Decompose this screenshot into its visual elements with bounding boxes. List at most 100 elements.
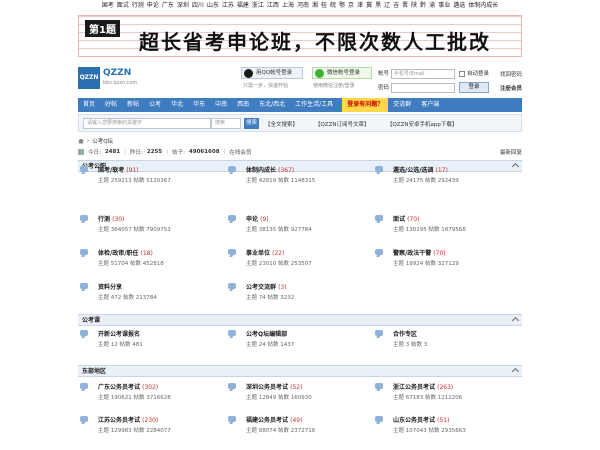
forum-item[interactable]: 公考Q坛编辑部 主题 24 帖数 1437 <box>228 328 368 358</box>
register-link[interactable]: 注册会员 <box>500 84 522 92</box>
forum-item[interactable]: 体制内成长 (367) 主题 42819 帖数 1148315 <box>228 164 368 194</box>
region-link[interactable]: 渝 <box>429 0 435 12</box>
site-logo[interactable]: QZZN <box>78 67 100 89</box>
auto-login-checkbox[interactable] <box>459 71 465 77</box>
region-link[interactable]: 陕 <box>411 0 417 12</box>
main-nav-item[interactable]: 工作生活/工具 <box>290 98 338 112</box>
forum-name[interactable]: 面试 <box>393 216 405 223</box>
main-nav-item[interactable]: 交流群 <box>388 98 416 112</box>
forum-name[interactable]: 资料分享 <box>98 284 122 291</box>
android-app-link[interactable]: 【QZZN安卓手机app下载】 <box>387 120 457 128</box>
main-nav-item[interactable]: 首页 <box>78 98 100 112</box>
forum-name[interactable]: 申论 <box>246 216 258 223</box>
region-link[interactable]: 山东 <box>207 0 219 12</box>
main-nav-item[interactable]: 西南 <box>232 98 254 112</box>
main-nav-item[interactable]: 公考 <box>144 98 166 112</box>
region-link[interactable]: 行测 <box>132 0 144 12</box>
forum-name[interactable]: 行测 <box>98 216 110 223</box>
subscription-articles-link[interactable]: 【QZZN订阅号文章】 <box>315 120 369 128</box>
forum-name[interactable]: 体检/政审/职任 <box>98 250 138 257</box>
forum-name[interactable]: 事业单位 <box>246 250 270 257</box>
main-nav-item[interactable]: 中南 <box>210 98 232 112</box>
forum-name[interactable]: 山东公务员考试 <box>393 417 435 424</box>
region-link[interactable]: 黑 <box>375 0 381 12</box>
main-nav-item[interactable]: 新帖 <box>122 98 144 112</box>
region-link[interactable]: 津 <box>357 0 363 12</box>
region-link[interactable]: 辽 <box>384 0 390 12</box>
main-nav-item[interactable]: 客户端 <box>416 98 444 112</box>
region-link[interactable]: 面试 <box>117 0 129 12</box>
forum-name[interactable]: 公考Q坛编辑部 <box>246 331 287 338</box>
forum-name[interactable]: 广东公务员考试 <box>98 384 140 391</box>
main-nav-item[interactable]: 东北/西北 <box>254 98 290 112</box>
home-icon[interactable] <box>78 138 84 144</box>
region-link[interactable]: 冀 <box>366 0 372 12</box>
region-link[interactable]: 四川 <box>192 0 204 12</box>
wechat-login-button[interactable]: 微信帐号登录 <box>312 67 372 79</box>
forum-name[interactable]: 国考/联考 <box>98 167 124 174</box>
main-nav-item[interactable]: 华东 <box>188 98 210 112</box>
forum-name[interactable]: 警察/政法干警 <box>393 250 431 257</box>
forum-name[interactable]: 开新公考课报名 <box>98 331 140 338</box>
forum-item[interactable]: 事业单位 (22) 主题 23010 帖数 253507 <box>228 247 368 277</box>
region-link[interactable]: 桂 <box>321 0 327 12</box>
forgot-password-link[interactable]: 找回密码 <box>500 70 522 78</box>
forum-item[interactable]: 警察/政法干警 (70) 主题 19924 帖数 327129 <box>375 247 515 277</box>
forum-item[interactable]: 山东公务员考试 (51) 主题 107043 帖数 2935663 <box>375 414 515 444</box>
forum-item[interactable]: 开新公考课报名 主题 12 帖数 481 <box>80 328 220 358</box>
region-link[interactable]: 体制内成长 <box>468 0 498 12</box>
forum-item[interactable]: 遴选/公选/选调 (17) 主题 24175 帖数 292439 <box>375 164 515 194</box>
region-link[interactable]: 事业 <box>438 0 450 12</box>
forum-name[interactable]: 浙江公务员考试 <box>393 384 435 391</box>
forum-name[interactable]: 深圳公务员考试 <box>246 384 288 391</box>
region-link[interactable]: 申论 <box>147 0 159 12</box>
forum-name[interactable]: 公考交流群 <box>246 284 276 291</box>
forum-item[interactable]: 广东公务员考试 (302) 主题 190621 帖数 3716628 <box>80 381 220 411</box>
region-link[interactable]: 遴选 <box>453 0 465 12</box>
search-button[interactable]: 搜索 <box>244 118 259 129</box>
qq-login-button[interactable]: 用QQ帐号登录 <box>241 67 303 79</box>
forum-name[interactable]: 福建公务员考试 <box>246 417 288 424</box>
main-nav-item[interactable]: 华北 <box>166 98 188 112</box>
forum-item[interactable]: 浙江公务员考试 (263) 主题 67183 帖数 1212206 <box>375 381 515 411</box>
fulltext-search-link[interactable]: 【全文搜索】 <box>265 120 298 128</box>
newest-reply-link[interactable]: 最新回复 <box>500 148 522 156</box>
forum-item[interactable]: 合作专区 主题 3 帖数 3 <box>375 328 515 358</box>
region-link[interactable]: 深圳 <box>177 0 189 12</box>
forum-name[interactable]: 遴选/公选/选调 <box>393 167 433 174</box>
region-link[interactable]: 河南 <box>297 0 309 12</box>
region-link[interactable]: 浙江 <box>252 0 264 12</box>
forum-name[interactable]: 体制内成长 <box>246 167 276 174</box>
main-nav-item[interactable]: 登录有问题？ <box>342 98 389 112</box>
forum-item[interactable]: 深圳公务员考试 (52) 主题 12849 帖数 160930 <box>228 381 368 411</box>
region-link[interactable]: 福建 <box>237 0 249 12</box>
main-nav-item[interactable]: 好帖 <box>100 98 122 112</box>
forum-item[interactable]: 资料分享 主题 472 帖数 213784 <box>80 281 220 311</box>
account-input[interactable]: 手机号/Email <box>391 69 455 79</box>
forum-item[interactable]: 福建公务员考试 (49) 主题 88074 帖数 2372716 <box>228 414 368 444</box>
region-link[interactable]: 吉 <box>393 0 399 12</box>
search-input[interactable]: 请输入您要搜索的关键字 <box>83 118 211 129</box>
forum-item[interactable]: 行测 (30) 主题 364057 帖数 7909753 <box>80 213 220 243</box>
password-input[interactable] <box>391 83 455 93</box>
search-scope-select[interactable]: 搜索 <box>211 118 241 129</box>
forum-name[interactable]: 合作专区 <box>393 331 417 338</box>
login-button[interactable]: 登录 <box>459 82 489 93</box>
region-link[interactable]: 国考 <box>102 0 114 12</box>
region-link[interactable]: 京 <box>348 0 354 12</box>
forum-item[interactable]: 体检/政审/职任 (18) 主题 51704 帖数 452818 <box>80 247 220 277</box>
collapse-icon[interactable] <box>511 316 520 325</box>
forum-item[interactable]: 公考交流群 (3) 主题 74 帖数 3232 <box>228 281 368 311</box>
collapse-icon[interactable] <box>511 367 520 376</box>
breadcrumb-current[interactable]: 公考Q坛 <box>92 137 113 145</box>
region-link[interactable]: 晋 <box>402 0 408 12</box>
region-link[interactable]: 鄂 <box>339 0 345 12</box>
region-link[interactable]: 江苏 <box>222 0 234 12</box>
forum-item[interactable]: 申论 (9) 主题 38135 帖数 927784 <box>228 213 368 243</box>
promo-banner[interactable]: 第1题 超长省考申论班，不限次数人工批改 <box>78 15 522 57</box>
forum-item[interactable]: 面试 (70) 主题 130195 帖数 1879568 <box>375 213 515 243</box>
region-link[interactable]: 广东 <box>162 0 174 12</box>
region-link[interactable]: 湘 <box>312 0 318 12</box>
region-link[interactable]: 上海 <box>282 0 294 12</box>
online-members-link[interactable]: 在线会员 <box>229 148 251 156</box>
